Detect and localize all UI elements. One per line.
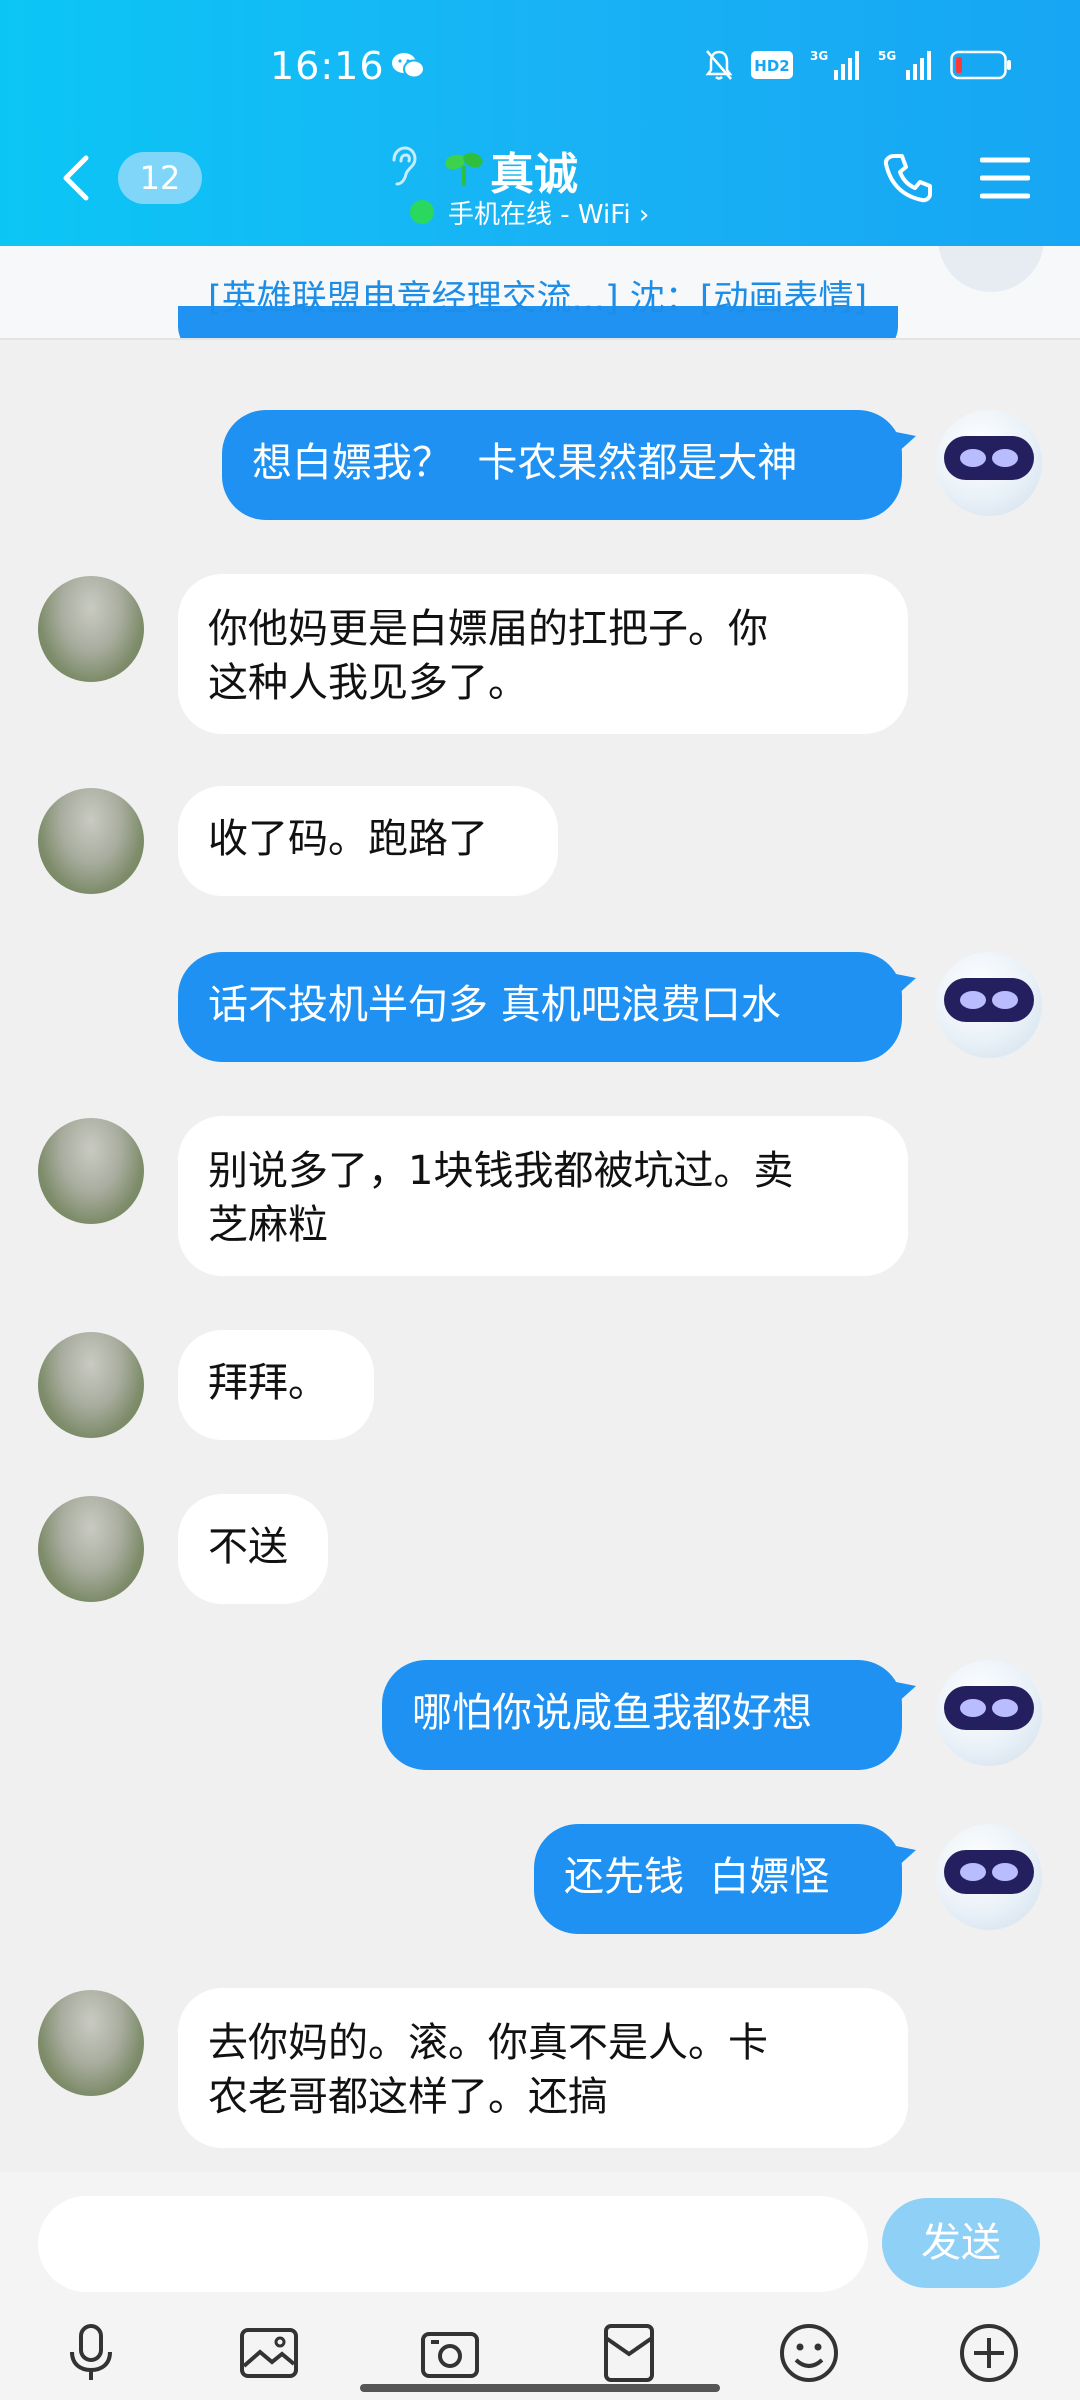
input-area: 发送 (0, 2172, 1080, 2400)
contact-avatar[interactable] (38, 788, 144, 894)
my-avatar[interactable] (936, 1824, 1042, 1930)
bubble-tail (896, 432, 916, 454)
home-indicator[interactable] (360, 2384, 720, 2392)
message-bubble[interactable]: 收了码。跑路了 (178, 786, 558, 896)
contact-name: 真诚 (490, 149, 578, 200)
message-bubble[interactable]: 还先钱 白嫖怪 (534, 1824, 902, 1934)
bot-face (944, 436, 1034, 480)
message-bubble[interactable]: 想白嫖我？ 卡农果然都是大神 (222, 410, 902, 520)
send-button[interactable]: 发送 (882, 2198, 1040, 2288)
contact-avatar[interactable] (38, 1332, 144, 1438)
message-bubble[interactable]: 话不投机半句多 真机吧浪费口水 (178, 952, 902, 1062)
message-bubble[interactable]: 拜拜。 (178, 1330, 374, 1440)
svg-text:HD2: HD2 (754, 57, 789, 75)
emoji-icon[interactable] (776, 2320, 842, 2386)
bot-eye (992, 1699, 1018, 1717)
bot-eye (992, 449, 1018, 467)
contact-avatar[interactable] (38, 1496, 144, 1602)
status-bar: 16:16 HD2 3G 5G (0, 40, 1080, 100)
contact-avatar[interactable] (38, 1990, 144, 2096)
plus-icon[interactable] (956, 2320, 1022, 2386)
input-toolbar (0, 2320, 1080, 2392)
sprout-icon (445, 152, 483, 186)
battery-icon (950, 50, 1011, 80)
partial-avatar (938, 246, 1044, 292)
bot-eye (960, 991, 986, 1009)
banner-text: [英雄联盟电竞经理交流...] 沈：[动画表情] (208, 279, 868, 319)
contact-avatar[interactable] (38, 1118, 144, 1224)
chat-header: 16:16 HD2 3G 5G 12 真诚 手机在线 - WiFi › (0, 0, 1080, 246)
message-bubble[interactable]: 不送 (178, 1494, 328, 1604)
bot-eye (992, 991, 1018, 1009)
message-list[interactable]: 想白嫖我？ 卡农果然都是大神你他妈更是白嫖届的扛把子。你 这种人我见多了。收了码… (0, 340, 1080, 2170)
back-button[interactable]: 12 (56, 150, 202, 206)
bubble-tail (896, 1846, 916, 1868)
hd-voice-icon: HD2 (751, 51, 793, 79)
message-bubble[interactable]: 别说多了，1块钱我都被坑过。卖 芝麻粒 (178, 1116, 908, 1276)
bubble-tail (896, 1682, 916, 1704)
online-status: 手机在线 - WiFi › (448, 200, 650, 230)
microphone-icon[interactable] (58, 2320, 124, 2386)
group-message-banner[interactable]: [英雄联盟电竞经理交流...] 沈：[动画表情] (0, 246, 1080, 340)
online-indicator (410, 200, 434, 224)
bot-eye (992, 1863, 1018, 1881)
bot-face (944, 1850, 1034, 1894)
status-time: 16:16 (270, 44, 385, 88)
mute-bell-icon (705, 50, 733, 80)
unread-count-badge: 12 (118, 152, 202, 204)
bot-eye (960, 1863, 986, 1881)
message-input[interactable] (38, 2196, 868, 2292)
signal-5g-icon: 5G (878, 49, 931, 80)
camera-icon[interactable] (417, 2320, 483, 2386)
my-avatar[interactable] (936, 1660, 1042, 1766)
image-icon[interactable] (236, 2320, 302, 2386)
svg-text:3G: 3G (810, 49, 828, 63)
menu-icon[interactable] (980, 156, 1030, 200)
message-bubble[interactable]: 哪怕你说咸鱼我都好想 (382, 1660, 902, 1770)
my-avatar[interactable] (936, 952, 1042, 1058)
wechat-notification-icon (392, 53, 425, 79)
phone-call-icon[interactable] (880, 150, 936, 206)
signal-3g-icon: 3G (810, 49, 859, 80)
bot-eye (960, 1699, 986, 1717)
my-avatar[interactable] (936, 410, 1042, 516)
ear-icon (392, 146, 417, 186)
bot-eye (960, 449, 986, 467)
bot-face (944, 1686, 1034, 1730)
red-packet-icon[interactable] (596, 2320, 662, 2386)
message-bubble[interactable]: 去你妈的。滚。你真不是人。卡 农老哥都这样了。还搞 (178, 1988, 908, 2148)
bubble-tail (896, 974, 916, 996)
svg-text:5G: 5G (878, 49, 896, 63)
contact-avatar[interactable] (38, 576, 144, 682)
chevron-left-icon (63, 155, 89, 201)
message-bubble[interactable]: 你他妈更是白嫖届的扛把子。你 这种人我见多了。 (178, 574, 908, 734)
bot-face (944, 978, 1034, 1022)
